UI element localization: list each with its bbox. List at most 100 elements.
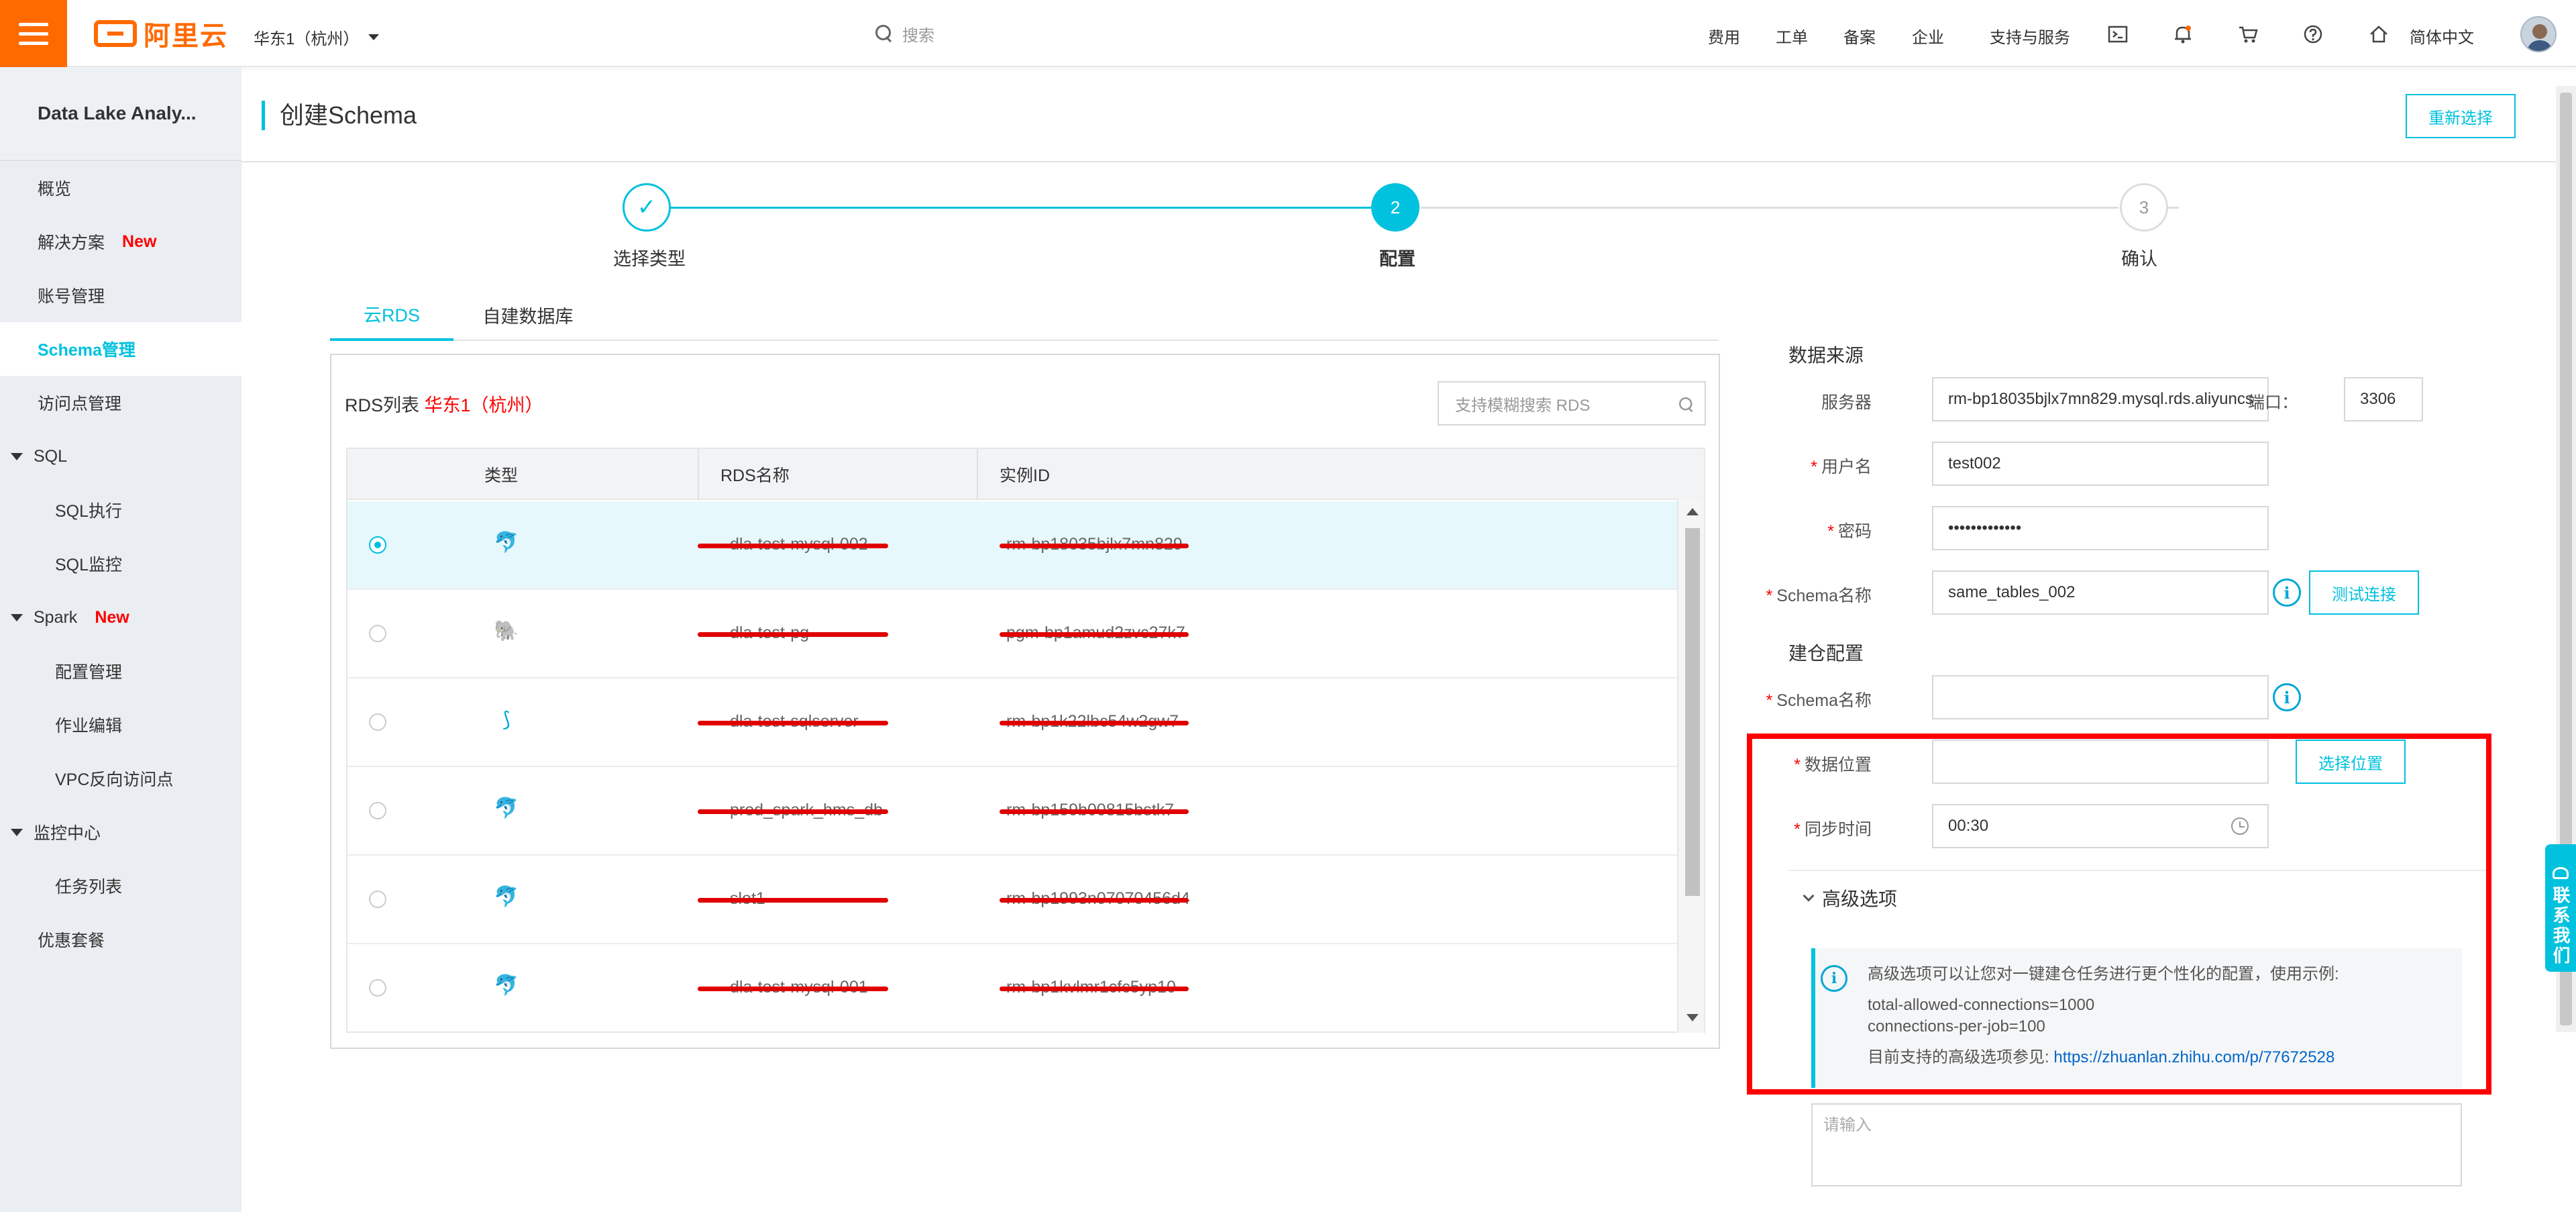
region-selector[interactable]: 华东1（杭州） (254, 26, 380, 49)
redaction-strike (1000, 809, 1189, 814)
sqlserver-icon: ⟆ (502, 709, 511, 731)
table-row[interactable]: 🐘 dla-test-pg pgm-bp1amud2zvc27k7 (347, 590, 1680, 678)
redaction-strike (698, 632, 888, 637)
server-label: 服务器 (1821, 393, 1872, 412)
sidebar-item-overview[interactable]: 概览 (0, 161, 241, 215)
sidebar-item-tasks[interactable]: 任务列表 (0, 859, 241, 913)
sidebar-item-job-edit[interactable]: 作业编辑 (0, 698, 241, 752)
mysql-icon: 🐬 (494, 886, 519, 908)
test-connection-button[interactable]: 测试连接 (2309, 570, 2419, 615)
col-separator (698, 449, 699, 500)
step-1-label: 选择类型 (613, 249, 686, 269)
reselect-button[interactable]: 重新选择 (2406, 94, 2516, 138)
row-radio-selected[interactable] (369, 536, 386, 554)
info-icon[interactable]: i (2273, 578, 2301, 607)
rds-region: 华东1（杭州） (424, 395, 543, 415)
triangle-down-icon (11, 613, 23, 621)
scroll-down-icon[interactable] (1686, 1014, 1699, 1021)
sidebar-item-schema[interactable]: Schema管理 (0, 322, 241, 376)
nav-tickets[interactable]: 工单 (1776, 24, 1808, 48)
sidebar-item-label: SQL监控 (55, 556, 123, 574)
sidebar-item-sql-monitor[interactable]: SQL监控 (0, 537, 241, 591)
mysql-icon: 🐬 (494, 532, 519, 554)
info-icon[interactable]: i (2273, 683, 2301, 711)
port-label: 端口： (2247, 393, 2298, 412)
table-row[interactable]: 🐬 dla-test-mysql-002 rm-bp18035bjlx7mn82… (347, 501, 1680, 590)
tab-cloud-rds[interactable]: 云RDS (330, 289, 453, 341)
mysql-icon: 🐬 (494, 974, 519, 997)
triangle-down-icon (11, 452, 23, 460)
global-search[interactable]: 搜索 (875, 20, 1211, 47)
row-radio[interactable] (369, 979, 386, 997)
headset-icon (2553, 867, 2569, 879)
nav-enterprise[interactable]: 企业 (1912, 24, 1944, 48)
redaction-strike (698, 898, 888, 903)
sidebar-item-label: 访问点管理 (38, 395, 122, 413)
terminal-icon[interactable] (2106, 23, 2129, 46)
nav-fees[interactable]: 费用 (1708, 24, 1740, 48)
row-radio[interactable] (369, 891, 386, 908)
sidebar-group-sql[interactable]: SQL (0, 430, 241, 483)
required-mark: * (1811, 458, 1817, 476)
table-row[interactable]: 🐬 dla-test-mysql-001 rm-bp1kvlmr1cfc5yp1… (347, 944, 1680, 1031)
sidebar-item-vpc[interactable]: VPC反向访问点 (0, 752, 241, 805)
top-bar: 阿里云 华东1（杭州） 搜索 费用 工单 备案 企业 支持与服务 简体中文 (0, 0, 2576, 67)
redaction-strike (1000, 544, 1189, 548)
username-field[interactable]: test002 (1932, 442, 2269, 486)
cart-icon[interactable] (2237, 23, 2259, 46)
nav-filing[interactable]: 备案 (1843, 24, 1876, 48)
home-icon[interactable] (2367, 23, 2390, 46)
wh-schema-label-text: Schema名称 (1776, 691, 1872, 710)
sidebar-item-access-points[interactable]: 访问点管理 (0, 376, 241, 430)
sidebar-item-sql-exec[interactable]: SQL执行 (0, 483, 241, 537)
tab-self-built-db[interactable]: 自建数据库 (464, 289, 592, 341)
sidebar-group-spark[interactable]: Spark New (0, 591, 241, 644)
sidebar-item-label: Spark (34, 607, 78, 627)
contact-us-label: 联系我们 (2551, 886, 2571, 966)
redaction-strike (1000, 721, 1189, 725)
sidebar-item-accounts[interactable]: 账号管理 (0, 268, 241, 322)
sidebar-group-monitor[interactable]: 监控中心 (0, 805, 241, 859)
sidebar-item-packages[interactable]: 优惠套餐 (0, 913, 241, 966)
username-label-text: 用户名 (1821, 458, 1872, 476)
table-row[interactable]: 🐬 slot1 rm-bp1993n07070456d4 (347, 856, 1680, 944)
sidebar: Data Lake Analy... 概览 解决方案 New 账号管理 Schem… (0, 67, 241, 1212)
contact-us-button[interactable]: 联系我们 (2545, 844, 2576, 972)
port-field[interactable]: 3306 (2344, 377, 2423, 421)
nav-support[interactable]: 支持与服务 (1990, 24, 2070, 48)
bell-icon[interactable] (2171, 23, 2194, 46)
password-label-text: 密码 (1837, 522, 1872, 541)
step-line-pending (1421, 207, 2118, 209)
sidebar-item-label: Schema管理 (38, 341, 136, 360)
step-2-circle: 2 (1371, 183, 1419, 232)
row-radio[interactable] (369, 713, 386, 731)
row-radio[interactable] (369, 625, 386, 642)
scroll-up-icon[interactable] (1686, 508, 1699, 515)
hamburger-menu-button[interactable] (0, 0, 67, 67)
sidebar-item-config[interactable]: 配置管理 (0, 644, 241, 698)
redaction-strike (1000, 898, 1189, 903)
required-mark: * (1766, 691, 1773, 710)
row-radio[interactable] (369, 802, 386, 819)
table-row[interactable]: 🐬 prod_spark_hms_db rm-bp159b00815bstk7 (347, 767, 1680, 856)
caret-down-icon (368, 34, 380, 40)
sidebar-item-solutions[interactable]: 解决方案 New (0, 215, 241, 268)
user-avatar[interactable] (2520, 16, 2557, 52)
password-field[interactable]: ••••••••••••• (1932, 506, 2269, 550)
search-placeholder: 搜索 (902, 26, 934, 45)
wh-schema-field[interactable] (1932, 675, 2269, 719)
schema-name-field[interactable]: same_tables_002 (1932, 570, 2269, 615)
table-row[interactable]: ⟆ dla-test-sqlserver rm-bp1k22lbc54w2gw7 (347, 678, 1680, 767)
triangle-down-icon (11, 828, 23, 836)
redaction-strike (698, 987, 888, 991)
schema-name-label-text: Schema名称 (1776, 587, 1872, 605)
language-selector[interactable]: 简体中文 (2410, 24, 2474, 48)
rds-table: 类型 RDS名称 实例ID 🐬 dla-test-mysql-002 rm-bp… (346, 448, 1705, 1033)
redaction-strike (698, 721, 888, 725)
aliyun-logo[interactable]: 阿里云 (94, 19, 228, 51)
table-header: 类型 RDS名称 实例ID (347, 449, 1704, 500)
help-icon[interactable] (2302, 23, 2324, 46)
advanced-options-textarea[interactable]: 请输入 (1811, 1103, 2462, 1186)
username-label: * 用户名 (1610, 454, 1872, 478)
aliyun-logo-icon (94, 20, 137, 47)
